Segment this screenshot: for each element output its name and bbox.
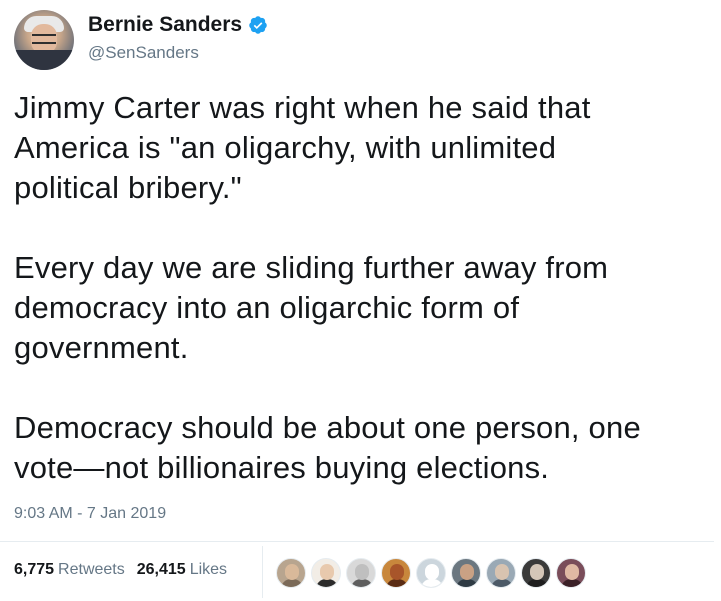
retweets-count: 6,775 bbox=[14, 561, 55, 578]
retweets-stat[interactable]: 6,775 Retweets bbox=[14, 561, 125, 579]
liker-avatar[interactable] bbox=[451, 558, 481, 588]
liker-avatar[interactable] bbox=[556, 558, 586, 588]
divider bbox=[0, 541, 714, 542]
tweet-stats: 6,775 Retweets 26,415 Likes bbox=[14, 561, 227, 579]
stats-divider bbox=[262, 546, 263, 598]
liker-avatar[interactable] bbox=[416, 558, 446, 588]
tweet-timestamp[interactable]: 9:03 AM - 7 Jan 2019 bbox=[14, 505, 166, 523]
liker-avatar[interactable] bbox=[276, 558, 306, 588]
liker-avatar[interactable] bbox=[521, 558, 551, 588]
liker-avatars bbox=[276, 558, 591, 588]
tweet-text: Jimmy Carter was right when he said that… bbox=[14, 90, 641, 485]
retweets-label: Retweets bbox=[58, 561, 125, 578]
display-name[interactable]: Bernie Sanders bbox=[88, 13, 242, 37]
likes-label: Likes bbox=[189, 561, 228, 578]
tweet-header: Bernie Sanders @SenSanders bbox=[14, 10, 268, 70]
likes-count: 26,415 bbox=[136, 561, 186, 578]
author-info: Bernie Sanders @SenSanders bbox=[88, 13, 268, 63]
tweet-card: Bernie Sanders @SenSanders Jimmy Carter … bbox=[0, 0, 721, 601]
verified-badge-icon bbox=[248, 15, 268, 35]
avatar[interactable] bbox=[14, 10, 74, 70]
liker-avatar[interactable] bbox=[486, 558, 516, 588]
liker-avatar[interactable] bbox=[381, 558, 411, 588]
likes-stat[interactable]: 26,415 Likes bbox=[137, 561, 227, 579]
liker-avatar[interactable] bbox=[346, 558, 376, 588]
liker-avatar[interactable] bbox=[311, 558, 341, 588]
user-handle[interactable]: @SenSanders bbox=[88, 43, 268, 63]
